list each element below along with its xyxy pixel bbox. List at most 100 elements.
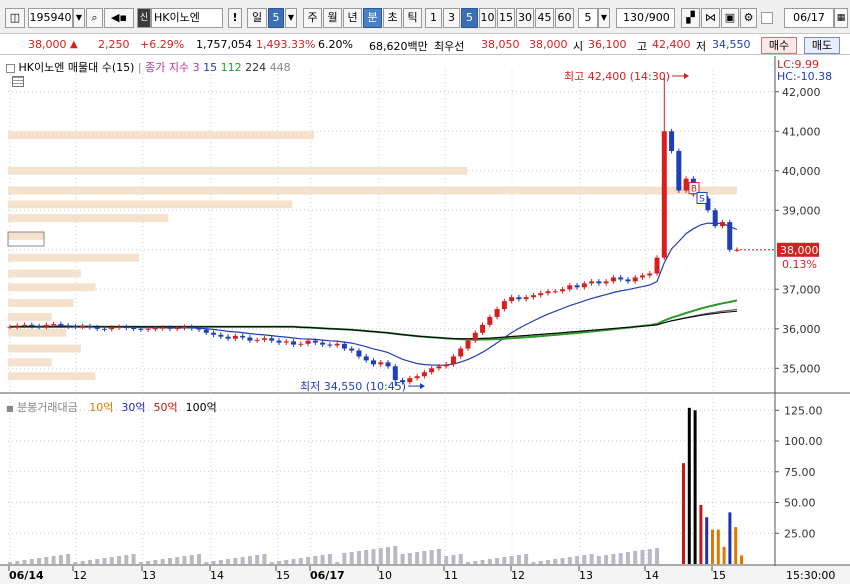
legend-toggle-icon[interactable] xyxy=(6,63,15,73)
volume-chart[interactable]: 125.00 100.00 75.00 50.00 25.00 xyxy=(0,394,850,566)
candle-body xyxy=(618,277,624,280)
volume-bar xyxy=(693,410,697,564)
volume-bar-small xyxy=(146,561,151,564)
time-tick-label: 15 xyxy=(276,569,290,582)
count-input[interactable]: 130 xyxy=(616,8,646,28)
volume-bar-small xyxy=(364,550,369,564)
alert-button[interactable]: ! xyxy=(228,8,242,28)
vol-y-tick-label: 50.00 xyxy=(784,497,816,510)
time-tick-label: 14 xyxy=(210,569,224,582)
candle-body xyxy=(94,327,100,329)
volume-bar xyxy=(705,517,709,564)
candle-body xyxy=(109,327,115,330)
period-tick-button[interactable]: 틱 xyxy=(403,8,422,28)
open-label: 시 xyxy=(573,40,584,53)
volume-bar-small xyxy=(480,560,485,564)
candle-body xyxy=(160,327,166,329)
volume-bar-small xyxy=(400,554,405,564)
period-day-count[interactable]: 5 xyxy=(268,8,284,28)
volume-bar-small xyxy=(37,558,42,564)
volume-bar-small xyxy=(197,554,202,564)
candle-body xyxy=(669,131,675,152)
chart-type-icon[interactable]: ▞ xyxy=(681,8,700,28)
change-up-icon: ▲ xyxy=(70,39,78,50)
candle-body xyxy=(465,340,471,349)
candle-body xyxy=(51,324,57,326)
volume-bar xyxy=(734,527,738,564)
date-input[interactable]: 06/17 xyxy=(784,8,834,28)
volume-bar-small xyxy=(604,555,609,564)
interval-button-15[interactable]: 15 xyxy=(497,8,515,28)
interval-button-30[interactable]: 30 xyxy=(516,8,534,28)
sell-button[interactable]: 매도 xyxy=(804,37,840,54)
interval-select[interactable]: 5 xyxy=(578,8,598,28)
candle-body xyxy=(298,343,304,345)
interval-button-3[interactable]: 3 xyxy=(443,8,460,28)
stock-code-dropdown-icon[interactable]: ▼ xyxy=(73,8,85,28)
volume-bar-small xyxy=(611,554,616,564)
candle-body xyxy=(341,343,347,349)
candle-body xyxy=(363,356,369,361)
date-checkbox[interactable] xyxy=(761,12,773,24)
volume-legend-bullet-icon: ■ xyxy=(6,404,14,413)
volume-bar-small xyxy=(342,553,347,564)
candle-body xyxy=(145,328,151,330)
candle-body xyxy=(421,372,427,377)
buy-button[interactable]: 매수 xyxy=(761,37,797,54)
candle-body xyxy=(683,178,689,191)
period-dropdown-icon[interactable]: ▼ xyxy=(285,8,297,28)
interval-dropdown-icon[interactable]: ▼ xyxy=(598,8,610,28)
change-amount: 2,250 xyxy=(98,38,130,51)
candle-body xyxy=(291,341,297,345)
period-month-button[interactable]: 월 xyxy=(323,8,342,28)
volume-bar-small xyxy=(80,561,85,564)
volume-bar-small xyxy=(320,555,325,564)
candle-body xyxy=(523,297,529,300)
volume-percent: 1,493.33% xyxy=(256,38,316,51)
volume-profile-bar xyxy=(8,200,293,209)
candle-body xyxy=(14,325,20,327)
volume-legend-item: 50억 xyxy=(153,401,178,414)
candle-body xyxy=(378,362,384,365)
interval-button-60[interactable]: 60 xyxy=(555,8,574,28)
candle-body xyxy=(29,324,35,327)
layout-icon[interactable]: ◫ xyxy=(5,8,25,28)
legend-ma-label: 종가 지수 3 xyxy=(145,61,200,74)
candle-body xyxy=(225,336,231,339)
candle-body xyxy=(218,334,224,337)
calendar-icon[interactable]: ▦ xyxy=(834,8,848,28)
period-week-button[interactable]: 주 xyxy=(303,8,322,28)
candle-body xyxy=(538,293,544,296)
speaker-icon[interactable]: ◀▪ xyxy=(104,8,134,28)
volume-profile-bar xyxy=(8,299,74,308)
period-second-button[interactable]: 초 xyxy=(383,8,402,28)
volume-bar-small xyxy=(313,556,318,564)
buy-marker-label: B xyxy=(691,185,697,195)
interval-button-10[interactable]: 10 xyxy=(479,8,496,28)
time-tick-label: 11 xyxy=(444,569,458,582)
grid-table-icon[interactable] xyxy=(12,76,24,87)
interval-button-5[interactable]: 5 xyxy=(461,8,478,28)
candle-body xyxy=(196,328,202,330)
indicator-icon[interactable]: ⋈ xyxy=(701,8,720,28)
chart-area[interactable]: B S 최고 42,400 (14:30) 최저 34,550 (10:45) 42,0… xyxy=(0,56,850,584)
price-chart[interactable]: BS 최고 42,400 (14:30) 최저 34,550 (10:45) 42,0… xyxy=(0,56,850,394)
period-minute-button[interactable]: 분 xyxy=(363,8,382,28)
interval-button-45[interactable]: 45 xyxy=(535,8,554,28)
period-day-button[interactable]: 일 xyxy=(247,8,267,28)
interval-button-1[interactable]: 1 xyxy=(425,8,442,28)
period-year-button[interactable]: 년 xyxy=(343,8,362,28)
volume-bar-small xyxy=(262,554,267,564)
price-info-bar: 38,000 ▲ 2,250 +6.29% 1,757,054 1,493.33… xyxy=(0,35,850,55)
time-tick-label: 14 xyxy=(645,569,659,582)
stock-code-input[interactable]: 195940 xyxy=(28,8,73,28)
volume-bar-small xyxy=(436,549,441,564)
volume-bg xyxy=(0,394,850,566)
settings-gear-icon[interactable]: ⚙ xyxy=(740,8,757,28)
save-icon[interactable]: ▣ xyxy=(721,8,739,28)
volume-bar xyxy=(740,555,743,564)
candle-body xyxy=(530,295,536,298)
candle-body xyxy=(276,340,282,343)
search-icon[interactable]: ⌕ xyxy=(86,8,103,28)
candle-body xyxy=(167,327,173,329)
